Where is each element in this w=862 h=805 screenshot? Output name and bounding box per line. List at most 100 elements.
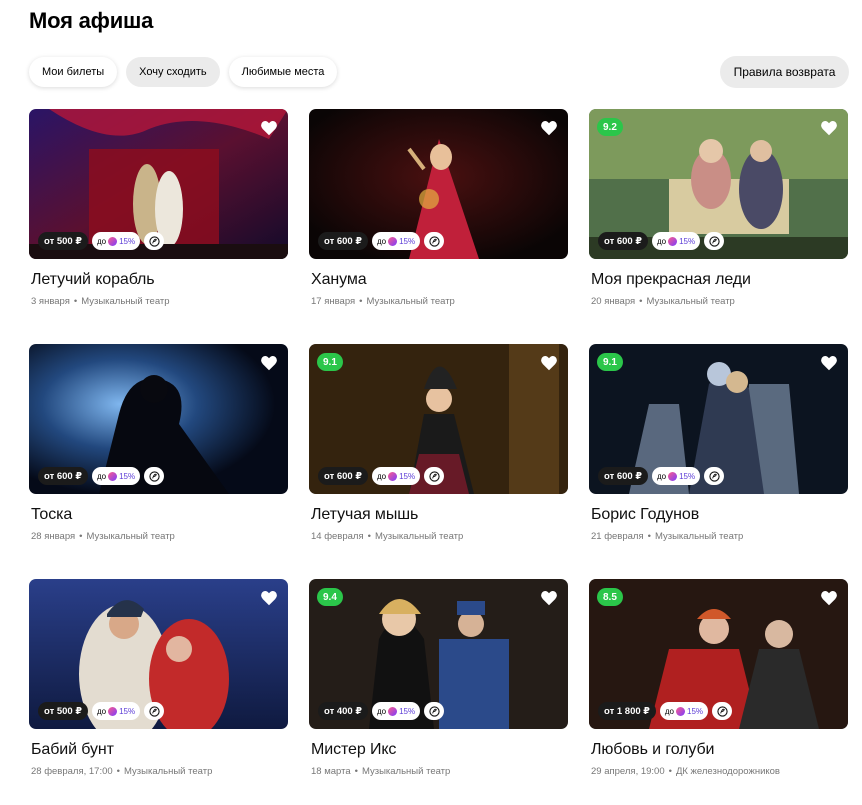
heart-icon[interactable] (540, 355, 558, 371)
event-card[interactable]: от 500 ₽ до 15% Летучий корабль 3 января… (29, 109, 288, 344)
plus-icon (676, 706, 686, 716)
promo-value: 15% (119, 706, 136, 716)
price-badge: от 400 ₽ (318, 702, 368, 720)
event-card[interactable]: 8.5 от 1 800 ₽ до 15% Любовь и голуби 29… (589, 579, 848, 805)
event-date: 29 апреля, 19:00 (591, 766, 665, 777)
plus-cashback-badge: до 15% (651, 232, 701, 250)
promo-prefix: до (376, 706, 387, 716)
heart-icon[interactable] (260, 590, 278, 606)
promo-value: 15% (399, 706, 416, 716)
badges: от 600 ₽ до 15% (598, 467, 725, 485)
event-title[interactable]: Бабий бунт (29, 741, 288, 759)
heart-icon[interactable] (540, 120, 558, 136)
badges: от 500 ₽ до 15% (38, 702, 165, 720)
event-date: 28 февраля, 17:00 (31, 766, 113, 777)
tab-my-tickets[interactable]: Мои билеты (29, 57, 118, 87)
separator-dot: • (647, 531, 651, 542)
pushkin-card-icon (424, 702, 445, 720)
tabs-bar: Мои билеты Хочу сходить Любимые места (29, 57, 338, 87)
event-meta: 20 января • Музыкальный театр (589, 296, 848, 307)
pushkin-card-icon (712, 702, 733, 720)
rating-badge: 9.1 (597, 353, 623, 371)
event-title[interactable]: Борис Годунов (589, 506, 848, 524)
promo-prefix: до (96, 236, 107, 246)
promo-prefix: до (656, 236, 667, 246)
separator-dot: • (354, 766, 358, 777)
event-title[interactable]: Ханума (309, 271, 568, 289)
event-poster[interactable]: 9.4 от 400 ₽ до 15% (309, 579, 568, 729)
promo-value: 15% (399, 236, 416, 246)
event-poster[interactable]: от 600 ₽ до 15% (29, 344, 288, 494)
heart-icon[interactable] (260, 120, 278, 136)
event-card[interactable]: 9.1 от 600 ₽ до 15% Борис Годунов 21 фев… (589, 344, 848, 579)
heart-icon[interactable] (260, 355, 278, 371)
event-poster[interactable]: 8.5 от 1 800 ₽ до 15% (589, 579, 848, 729)
badges: от 600 ₽ до 15% (318, 232, 445, 250)
pushkin-card-icon (704, 232, 725, 250)
event-venue: Музыкальный театр (361, 766, 451, 777)
plus-cashback-badge: до 15% (371, 467, 421, 485)
event-card[interactable]: от 500 ₽ до 15% Бабий бунт 28 февраля, 1… (29, 579, 288, 805)
event-meta: 18 марта • Музыкальный театр (309, 766, 568, 777)
badges: от 1 800 ₽ до 15% (598, 702, 733, 720)
plus-icon (388, 471, 398, 481)
separator-dot: • (73, 296, 78, 307)
heart-icon[interactable] (820, 355, 838, 371)
event-card[interactable]: 9.1 от 600 ₽ до 15% Летучая мышь 14 февр… (309, 344, 568, 579)
tab-want-to-go[interactable]: Хочу сходить (126, 57, 220, 87)
price-badge: от 600 ₽ (318, 232, 368, 250)
event-date: 21 февраля (591, 531, 644, 542)
event-title[interactable]: Тоска (29, 506, 288, 524)
event-poster[interactable]: от 500 ₽ до 15% (29, 109, 288, 259)
event-card[interactable]: от 600 ₽ до 15% Ханума 17 января • Музыкал… (309, 109, 568, 344)
rating-badge: 9.4 (317, 588, 343, 606)
event-card[interactable]: от 600 ₽ до 15% Тоска 28 января • Музыкаль… (29, 344, 288, 579)
badges: от 600 ₽ до 15% (318, 467, 445, 485)
event-venue: Музыкальный театр (81, 296, 170, 307)
event-title[interactable]: Летучий корабль (29, 271, 288, 289)
page-title: Моя афиша (29, 8, 154, 33)
promo-prefix: до (664, 706, 675, 716)
separator-dot: • (79, 531, 83, 542)
rating-badge: 9.1 (317, 353, 343, 371)
rating-badge: 9.2 (597, 118, 623, 136)
heart-icon[interactable] (820, 590, 838, 606)
heart-icon[interactable] (540, 590, 558, 606)
promo-value: 15% (679, 236, 696, 246)
event-poster[interactable]: 9.2 от 600 ₽ до 15% (589, 109, 848, 259)
price-badge: от 600 ₽ (318, 467, 368, 485)
events-grid: от 500 ₽ до 15% Летучий корабль 3 января… (29, 109, 848, 805)
event-title[interactable]: Моя прекрасная леди (589, 271, 848, 289)
tab-favorite-places[interactable]: Любимые места (228, 57, 338, 87)
badges: от 500 ₽ до 15% (38, 232, 165, 250)
event-poster[interactable]: 9.1 от 600 ₽ до 15% (309, 344, 568, 494)
heart-icon[interactable] (820, 120, 838, 136)
price-badge: от 1 800 ₽ (598, 702, 656, 720)
promo-value: 15% (119, 471, 136, 481)
promo-prefix: до (376, 236, 387, 246)
event-card[interactable]: 9.4 от 400 ₽ до 15% Мистер Икс 18 марта •… (309, 579, 568, 805)
event-title[interactable]: Мистер Икс (309, 741, 568, 759)
event-poster[interactable]: 9.1 от 600 ₽ до 15% (589, 344, 848, 494)
badges: от 600 ₽ до 15% (598, 232, 725, 250)
plus-cashback-badge: до 15% (91, 232, 141, 250)
event-poster[interactable]: от 500 ₽ до 15% (29, 579, 288, 729)
refund-rules-button[interactable]: Правила возврата (720, 56, 849, 88)
badges: от 600 ₽ до 15% (38, 467, 165, 485)
event-poster[interactable]: от 600 ₽ до 15% (309, 109, 568, 259)
event-meta: 28 января • Музыкальный театр (29, 531, 288, 542)
event-title[interactable]: Любовь и голуби (589, 741, 848, 759)
badges: от 400 ₽ до 15% (318, 702, 445, 720)
event-venue: ДК железнодорожников (675, 766, 780, 777)
event-date: 14 февраля (311, 531, 364, 542)
event-meta: 3 января • Музыкальный театр (29, 296, 288, 307)
separator-dot: • (668, 766, 672, 777)
event-meta: 14 февраля • Музыкальный театр (309, 531, 568, 542)
plus-icon (388, 236, 398, 246)
event-title[interactable]: Летучая мышь (309, 506, 568, 524)
event-venue: Музыкальный театр (654, 531, 744, 542)
plus-cashback-badge: до 15% (371, 232, 421, 250)
event-card[interactable]: 9.2 от 600 ₽ до 15% Моя прекрасная леди … (589, 109, 848, 344)
event-date: 20 января (591, 296, 636, 307)
promo-value: 15% (687, 706, 704, 716)
